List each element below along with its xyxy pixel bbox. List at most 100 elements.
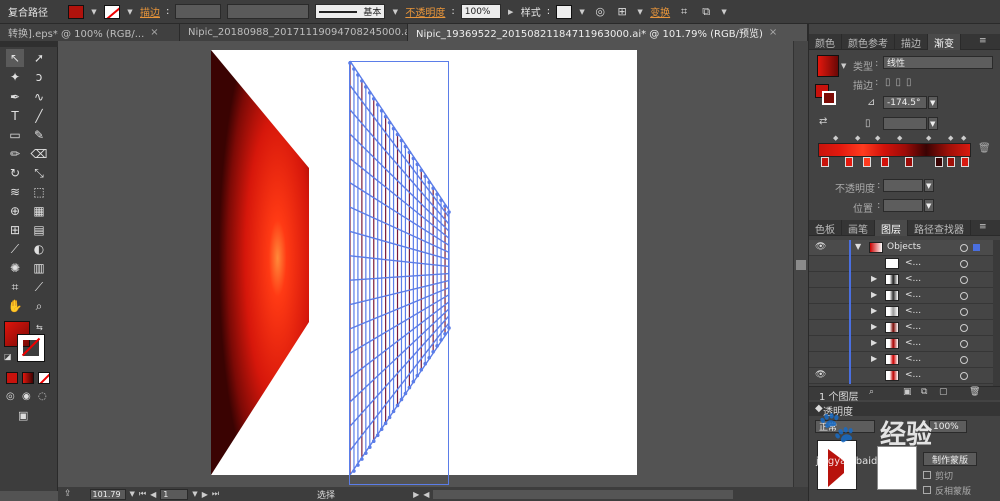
tab-brushes[interactable]: 画笔 — [842, 220, 875, 236]
tab-color[interactable]: 颜色 — [809, 34, 842, 50]
target-icon[interactable] — [960, 340, 968, 348]
stop-opacity-field[interactable] — [883, 179, 923, 192]
rotate-tool-icon[interactable]: ↻ — [6, 164, 24, 182]
next-artboard-icon[interactable]: ▶ — [202, 490, 208, 499]
layer-row[interactable]: 👁 <... — [809, 368, 1000, 384]
new-layer-icon[interactable]: ▢ — [939, 387, 948, 397]
last-artboard-icon[interactable]: ⏭ — [212, 489, 219, 499]
paintbrush-tool-icon[interactable]: ✎ — [30, 126, 48, 144]
mesh-tool-icon[interactable]: ⊞ — [6, 221, 24, 239]
layer-row[interactable]: ▶ <... — [809, 272, 1000, 288]
transparency-panel-header[interactable]: ◆ 透明度 — [809, 402, 1000, 418]
curvature-tool-icon[interactable]: ∿ — [30, 88, 48, 106]
horizontal-scrollbar[interactable] — [433, 489, 734, 499]
gradient-midpoint[interactable]: ◆ — [961, 134, 966, 142]
more-dropdown-icon[interactable]: ▼ — [720, 6, 728, 18]
rectangle-tool-icon[interactable]: ▭ — [6, 126, 24, 144]
line-tool-icon[interactable]: ╱ — [30, 107, 48, 125]
direct-selection-tool-icon[interactable]: ➚ — [30, 49, 48, 67]
layer-row[interactable]: ▶ <... — [809, 336, 1000, 352]
layer-row[interactable]: ▶ <... — [809, 304, 1000, 320]
invert-mask-checkbox[interactable] — [923, 486, 931, 494]
layer-row-objects[interactable]: 👁 ▼ Objects — [809, 240, 1000, 256]
close-icon[interactable]: × — [769, 27, 777, 38]
isolate-icon[interactable]: ⌗ — [676, 4, 692, 20]
eye-icon[interactable]: 👁 — [815, 242, 826, 252]
eye-icon[interactable]: 👁 — [815, 370, 826, 380]
free-transform-tool-icon[interactable]: ⬚ — [30, 183, 48, 201]
gradient-stop[interactable] — [845, 157, 853, 167]
expand-icon[interactable]: ▶ — [871, 306, 877, 315]
blend-tool-icon[interactable]: ◐ — [30, 240, 48, 258]
none-mode-icon[interactable] — [38, 372, 50, 384]
gradient-stop[interactable] — [881, 157, 889, 167]
artboard-dropdown-icon[interactable]: ▼ — [192, 490, 197, 498]
stop-opacity-dropdown-icon[interactable]: ▼ — [924, 179, 934, 192]
tab-doc-1[interactable]: 转换].eps* @ 100% (RGB/... × — [0, 24, 180, 41]
gradient-thumbnail[interactable] — [817, 55, 839, 77]
gradient-slider-bar[interactable] — [818, 143, 971, 157]
layer-row[interactable]: ▶ <... — [809, 352, 1000, 368]
make-mask-button[interactable]: 制作蒙版 — [923, 452, 977, 466]
blend-mode-select[interactable]: 正常 — [815, 420, 875, 433]
tab-layers[interactable]: 图层 — [875, 220, 908, 236]
expand-icon[interactable]: ▶ — [871, 274, 877, 283]
make-clip-icon[interactable]: ▣ — [903, 387, 912, 397]
aspect-ratio-field[interactable] — [883, 117, 927, 130]
align-icon[interactable]: ⊞ — [614, 4, 630, 20]
transform-link[interactable]: 变换 — [650, 4, 670, 19]
expand-icon[interactable]: ▶ — [871, 338, 877, 347]
expand-icon[interactable]: ▶ — [871, 322, 877, 331]
target-icon[interactable] — [960, 292, 968, 300]
gradient-midpoint[interactable]: ◆ — [926, 134, 931, 142]
toolbox-grip[interactable] — [0, 41, 58, 47]
screen-mode-icon[interactable]: ▣ — [18, 409, 28, 422]
color-mode-icon[interactable] — [6, 372, 18, 384]
style-swatch[interactable] — [556, 4, 573, 19]
gradient-midpoint[interactable]: ◆ — [833, 134, 838, 142]
stroke-link[interactable]: 描边 — [140, 4, 160, 19]
gradient-midpoint[interactable]: ◆ — [897, 134, 902, 142]
draw-behind-icon[interactable]: ◉ — [22, 391, 31, 402]
gradient-midpoint[interactable]: ◆ — [948, 134, 953, 142]
angle-dropdown-icon[interactable]: ▼ — [928, 96, 938, 109]
prev-artboard-icon[interactable]: ◀ — [150, 490, 156, 499]
delete-stop-icon[interactable]: 🗑 — [978, 143, 991, 154]
gradient-midpoint[interactable]: ◆ — [855, 134, 860, 142]
recolor-icon[interactable]: ◎ — [592, 4, 608, 20]
opacity-field[interactable]: 100% — [460, 4, 501, 19]
artboard-number-field[interactable]: 1 — [160, 488, 189, 500]
gradient-tool-icon[interactable]: ▤ — [30, 221, 48, 239]
draw-mode-icon[interactable]: ◎ — [6, 391, 15, 402]
gradient-stop[interactable] — [905, 157, 913, 167]
new-sublayer-icon[interactable]: ⧉ — [921, 387, 927, 397]
vertical-scrollbar[interactable] — [793, 41, 808, 487]
clip-checkbox[interactable] — [923, 471, 931, 479]
stroke-weight-field[interactable] — [175, 4, 222, 19]
gradient-mode-icon[interactable] — [22, 372, 34, 384]
variable-width-field[interactable] — [227, 4, 310, 19]
layer-row[interactable]: <... — [809, 256, 1000, 272]
brush-field[interactable]: 基本 — [315, 4, 386, 19]
tab-gradient[interactable]: 渐变 — [928, 34, 961, 50]
stroke-gradient-options[interactable]: ▯▯▯ — [885, 77, 917, 88]
scale-tool-icon[interactable]: ⤡ — [30, 164, 48, 182]
zoom-field[interactable]: 101.79 — [89, 488, 126, 500]
warp-tool-icon[interactable]: ≋ — [6, 183, 24, 201]
mask-thumbnail[interactable] — [877, 446, 917, 490]
stroke-color-box[interactable] — [17, 334, 45, 362]
pen-tool-icon[interactable]: ✒ — [6, 88, 24, 106]
gradient-type-select[interactable]: 线性 — [883, 56, 993, 69]
tab-doc-2[interactable]: Nipic_20180988_20171119094708245000.ai* … — [180, 24, 408, 41]
default-colors-icon[interactable]: ◪ — [4, 352, 12, 361]
layers-menu-icon[interactable]: ≡ — [979, 222, 987, 232]
slice-tool-icon[interactable]: ⟋ — [30, 278, 48, 296]
hscroll-left-icon[interactable]: ◀ — [423, 490, 429, 499]
hand-tool-icon[interactable]: ✋ — [6, 297, 24, 315]
stop-position-field[interactable] — [883, 199, 923, 212]
lasso-tool-icon[interactable]: ↄ — [30, 68, 48, 86]
fill-dropdown-icon[interactable]: ▼ — [90, 6, 98, 18]
selection-bounding-box[interactable] — [349, 61, 449, 485]
gradient-stop[interactable] — [863, 157, 871, 167]
gradient-midpoint[interactable]: ◆ — [875, 134, 880, 142]
